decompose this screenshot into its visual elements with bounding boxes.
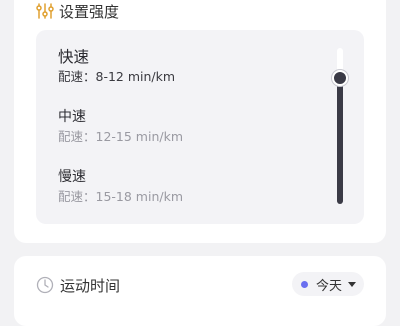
sport-time-header: 运动时间	[36, 274, 120, 296]
slider-thumb[interactable]	[332, 70, 348, 86]
status-dot	[301, 280, 308, 288]
intensity-option-medium[interactable]: 中速 配速：12-15 min/km	[58, 108, 183, 145]
option-pace: 配速：8-12 min/km	[58, 69, 176, 84]
option-name: 慢速	[58, 169, 86, 185]
chevron-down-icon	[348, 281, 357, 287]
tuning-icon	[36, 2, 54, 20]
option-name: 中速	[58, 109, 86, 125]
option-pace: 配速：12-15 min/km	[58, 129, 183, 144]
option-pace: 配速：15-18 min/km	[58, 189, 183, 204]
option-name: 快速	[58, 48, 90, 66]
intensity-option-slow[interactable]: 慢速 配速：15-18 min/km	[58, 168, 183, 205]
intensity-header: 设置强度	[36, 0, 119, 22]
intensity-option-fast[interactable]: 快速 配速：8-12 min/km	[58, 48, 175, 85]
sport-time-label: 运动时间	[60, 276, 121, 295]
date-filter-dropdown[interactable]: 今天	[292, 272, 364, 296]
clock-icon	[36, 276, 54, 294]
intensity-panel: 快速 配速：8-12 min/km 中速 配速：12-15 min/km 慢速 …	[36, 30, 364, 224]
intensity-title: 设置强度	[59, 2, 120, 21]
slider-track-filled	[337, 78, 343, 204]
date-filter-value: 今天	[316, 278, 343, 294]
intensity-slider[interactable]	[332, 48, 348, 208]
